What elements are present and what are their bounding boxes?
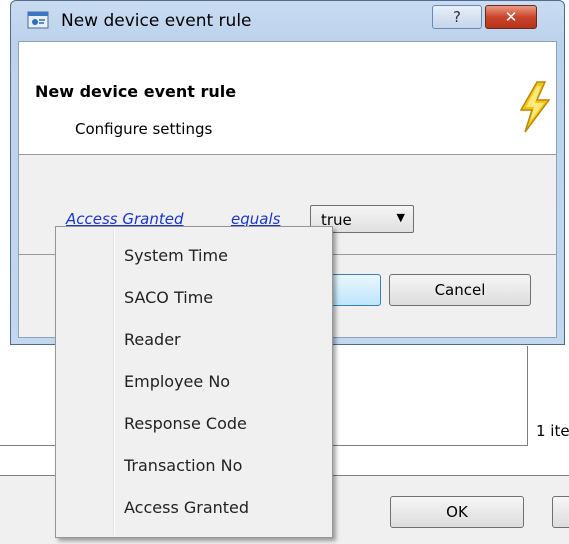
menu-item-label: SACO Time	[124, 288, 214, 307]
header-title: New device event rule	[35, 82, 237, 101]
menu-item-response-code[interactable]: Response Code	[58, 404, 330, 442]
menu-item-transaction-no[interactable]: Transaction No	[58, 446, 330, 484]
dropdown-arrow-icon: ▼	[396, 211, 405, 224]
background-ok-button[interactable]: OK	[390, 496, 524, 528]
menu-item-employee-no[interactable]: Employee No	[58, 362, 330, 400]
lightning-icon	[515, 80, 555, 134]
close-button[interactable]: ✕	[485, 5, 537, 29]
device-window-icon	[27, 9, 49, 31]
cancel-button[interactable]: Cancel	[389, 274, 531, 306]
dialog-titlebar[interactable]: New device event rule ? ✕	[11, 1, 564, 41]
menu-item-label: Access Granted	[124, 498, 250, 517]
menu-item-label: Employee No	[124, 372, 231, 391]
menu-item-label: System Time	[124, 246, 228, 265]
menu-item-label: Reader	[124, 330, 181, 349]
help-button[interactable]: ?	[432, 5, 482, 29]
menu-item-saco-time[interactable]: SACO Time	[58, 278, 330, 316]
menu-item-reader[interactable]: Reader	[58, 320, 330, 358]
background-item-count: 1 ite	[536, 422, 569, 440]
dialog-header: New device event rule Configure settings	[19, 42, 556, 155]
field-context-menu: System Time SACO Time Reader Employee No…	[55, 226, 333, 538]
header-subtitle: Configure settings	[75, 120, 213, 138]
menu-item-label: Transaction No	[124, 456, 243, 475]
menu-item-label: Response Code	[124, 414, 247, 433]
menu-item-system-time[interactable]: System Time	[58, 236, 330, 274]
menu-item-access-granted[interactable]: Access Granted	[58, 488, 330, 526]
dialog-title: New device event rule	[61, 11, 252, 31]
close-icon: ✕	[504, 8, 518, 26]
background-next-button[interactable]	[552, 496, 569, 528]
